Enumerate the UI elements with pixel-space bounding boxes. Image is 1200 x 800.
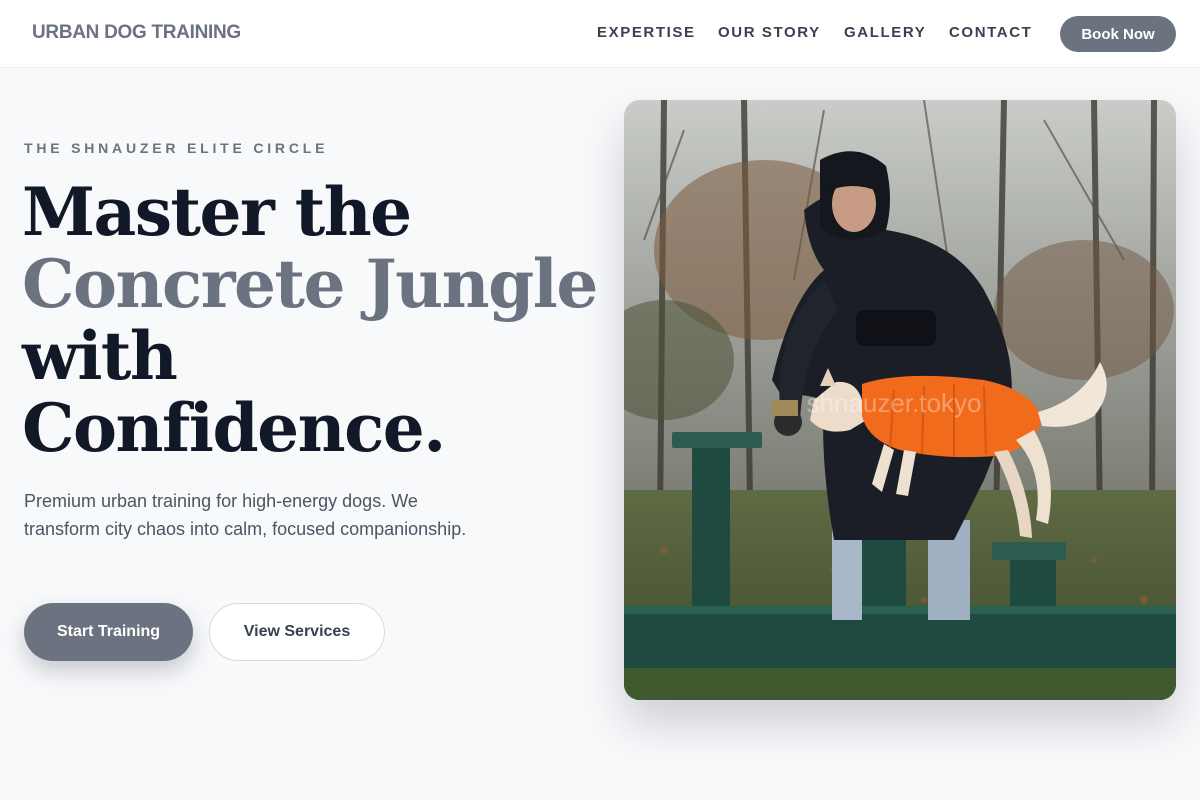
brand-logo[interactable]: URBAN DOG TRAINING: [32, 22, 241, 44]
hero-description: Premium urban training for high-energy d…: [24, 491, 467, 539]
hero-eyebrow: THE SHNAUZER ELITE CIRCLE: [24, 140, 329, 156]
nav-link-contact[interactable]: CONTACT: [949, 24, 1032, 41]
headline-line-2-accent: Concrete Jungle: [22, 245, 598, 323]
view-services-button[interactable]: View Services: [209, 603, 385, 661]
headline-line-4: Confidence.: [22, 389, 446, 467]
nav-link-our-story[interactable]: OUR STORY: [718, 24, 821, 41]
hero-headline: Master the Concrete Jungle with Confiden…: [22, 173, 598, 467]
site-header: URBAN DOG TRAINING EXPERTISE OUR STORY G…: [0, 0, 1200, 68]
start-training-button[interactable]: Start Training: [24, 603, 193, 661]
photo-watermark: shnauzer.tokyo: [807, 388, 982, 418]
nav-link-expertise[interactable]: EXPERTISE: [597, 24, 696, 41]
dog-training-photo-icon: shnauzer.tokyo: [624, 100, 1176, 700]
hero-photo: shnauzer.tokyo: [624, 100, 1176, 700]
nav-link-gallery[interactable]: GALLERY: [844, 24, 926, 41]
book-now-button[interactable]: Book Now: [1060, 16, 1176, 52]
headline-line-1: Master the: [22, 173, 412, 251]
headline-line-3: with: [22, 317, 178, 395]
